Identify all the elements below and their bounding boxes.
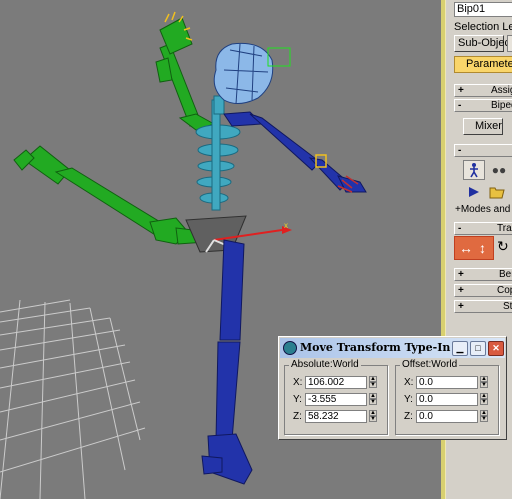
play-biped-button[interactable] bbox=[463, 182, 485, 202]
rollout-label: Track bbox=[497, 223, 512, 234]
right-arm bbox=[155, 17, 216, 131]
close-button[interactable]: ✕ bbox=[488, 341, 504, 356]
axis-y-label: Y: bbox=[404, 394, 413, 405]
mixer-button[interactable]: Mixer bbox=[463, 118, 503, 135]
rollout-bend-links[interactable]: + Ben bbox=[454, 268, 512, 281]
figure-mode-button[interactable] bbox=[463, 160, 485, 180]
rollout-biped-apps[interactable]: - B bbox=[454, 144, 512, 157]
right-leg bbox=[201, 239, 253, 485]
rollout-sign: + bbox=[458, 269, 464, 280]
biped-figure-icon bbox=[470, 163, 478, 178]
axis-z-label: Z: bbox=[293, 411, 302, 422]
rollout-sign: - bbox=[458, 100, 462, 111]
track-selection-buttons[interactable]: ↔ ↕ bbox=[454, 236, 494, 260]
offset-y-input[interactable]: 0.0 bbox=[416, 393, 478, 406]
rollout-biped[interactable]: - Biped bbox=[454, 99, 512, 112]
rollout-sign: + bbox=[458, 301, 464, 312]
rollout-sign: - bbox=[458, 145, 462, 156]
absolute-x-spinner[interactable]: ▲ ▼ bbox=[369, 376, 377, 389]
left-arm bbox=[223, 111, 367, 193]
rollout-label: Biped bbox=[491, 100, 512, 111]
absolute-z-spinner[interactable]: ▲ ▼ bbox=[369, 410, 377, 423]
minimize-icon: ▁ bbox=[456, 343, 464, 353]
rollout-sign: - bbox=[458, 223, 462, 234]
absolute-z-input[interactable]: 58.232 bbox=[305, 410, 367, 423]
object-name-field[interactable]: Bip01 bbox=[454, 2, 512, 17]
rollout-structure[interactable]: + Str bbox=[454, 300, 512, 313]
absolute-y-spinner[interactable]: ▲ ▼ bbox=[369, 393, 377, 406]
load-file-button[interactable] bbox=[486, 182, 508, 202]
offset-z-spinner[interactable]: ▲ ▼ bbox=[480, 410, 488, 423]
modes-and-display-label[interactable]: +Modes and D bbox=[455, 204, 512, 215]
offset-world-group: Offset:World X: 0.0 ▲ ▼ Y: 0.0 ▲ ▼ Z: 0.0 … bbox=[395, 359, 499, 435]
rollout-label: Ben bbox=[499, 269, 512, 280]
head bbox=[213, 42, 274, 105]
absolute-x-input[interactable]: 106.002 bbox=[305, 376, 367, 389]
offset-world-title: Offset:World bbox=[400, 359, 460, 370]
maximize-button[interactable]: □ bbox=[470, 341, 486, 356]
offset-x-input[interactable]: 0.0 bbox=[416, 376, 478, 389]
svg-text:x: x bbox=[284, 221, 288, 230]
open-folder-icon bbox=[489, 187, 505, 199]
rollout-label: Copy bbox=[497, 285, 512, 296]
play-icon bbox=[469, 187, 479, 197]
parameters-button[interactable]: Parameters bbox=[454, 56, 512, 73]
sub-object-toggle[interactable] bbox=[507, 35, 512, 52]
rollout-assign[interactable]: + Assign bbox=[454, 84, 512, 97]
axis-x-label: X: bbox=[404, 377, 414, 388]
absolute-y-input[interactable]: -3.555 bbox=[305, 393, 367, 406]
minimize-button[interactable]: ▁ bbox=[452, 341, 468, 356]
sub-object-button[interactable]: Sub-Object bbox=[454, 35, 512, 52]
offset-y-spinner[interactable]: ▲ ▼ bbox=[480, 393, 488, 406]
move-horizontal-icon: ↔ bbox=[459, 240, 473, 256]
rollout-label: Assign bbox=[491, 85, 512, 96]
rotate-icon[interactable]: ↻ bbox=[497, 238, 509, 255]
rollout-track-selection[interactable]: - Track bbox=[454, 222, 512, 235]
ground-grid bbox=[0, 299, 146, 499]
axis-y-label: Y: bbox=[293, 394, 302, 405]
absolute-world-title: Absolute:World bbox=[289, 359, 361, 370]
offset-z-input[interactable]: 0.0 bbox=[416, 410, 478, 423]
rollout-sign: + bbox=[458, 285, 464, 296]
rollout-sign: + bbox=[458, 85, 464, 96]
axis-x-label: X: bbox=[293, 377, 303, 388]
axis-z-label: Z: bbox=[404, 411, 413, 422]
selection-level-label: Selection Level: bbox=[454, 21, 512, 33]
move-transform-dialog: Move Transform Type-In ▁ □ ✕ Absolute:Wo… bbox=[278, 336, 507, 440]
absolute-world-group: Absolute:World X: 106.002 ▲ ▼ Y: -3.555 ▲… bbox=[284, 359, 388, 435]
move-vertical-icon: ↕ bbox=[479, 240, 486, 256]
footstep-mode-button[interactable]: ●● bbox=[488, 160, 510, 180]
app-icon bbox=[283, 341, 297, 355]
close-icon: ✕ bbox=[492, 343, 500, 353]
rollout-label: Str bbox=[503, 301, 512, 312]
left-leg bbox=[13, 145, 211, 245]
dialog-title: Move Transform Type-In bbox=[300, 341, 451, 354]
dialog-titlebar[interactable]: Move Transform Type-In ▁ □ ✕ bbox=[280, 338, 505, 358]
maximize-icon: □ bbox=[475, 343, 481, 353]
rollout-copy-paste[interactable]: + Copy bbox=[454, 284, 512, 297]
offset-x-spinner[interactable]: ▲ ▼ bbox=[480, 376, 488, 389]
footstep-icon: ●● bbox=[491, 163, 507, 177]
